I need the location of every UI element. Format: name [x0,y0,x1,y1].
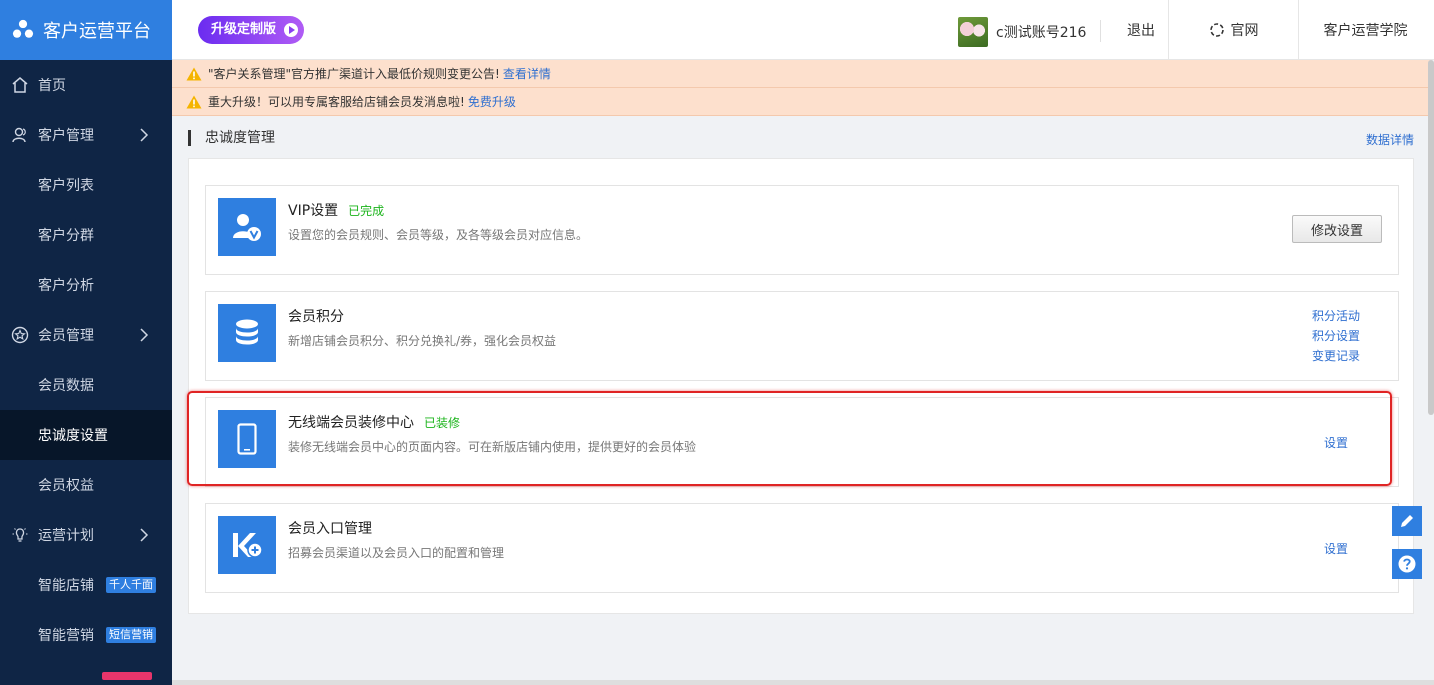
pencil-icon [1401,515,1413,527]
sidebar-item-label: 忠诚度设置 [38,428,108,444]
official-site-link[interactable]: 官网 [1168,0,1298,60]
card-title: 会员积分 [288,306,344,326]
notice-text: "客户关系管理"官方推广渠道计入最低价规则变更公告! [208,67,500,81]
chevron-right-icon [140,528,149,542]
card-title: 会员入口管理 [288,518,372,538]
highlight-annotation [187,391,1392,486]
bulb-icon [10,525,30,545]
sidebar-item-cutoff[interactable] [0,660,172,680]
points-settings-link[interactable]: 积分设置 [1312,327,1360,344]
sidebar-item-label: 智能营销 [38,628,94,644]
horizontal-scrollbar[interactable] [172,680,1434,685]
member-entrance-icon [218,516,276,574]
sidebar-item-label-cutoff [38,670,42,680]
upgrade-label: 升级定制版 [211,22,277,37]
scrollbar[interactable] [1428,60,1434,415]
account-info[interactable]: c测试账号216 [958,17,1086,47]
edit-feedback-button[interactable] [1392,506,1422,536]
sidebar-item-smart-store[interactable]: 智能店铺 千人千面 [0,560,172,610]
platform-logo-icon [12,19,34,38]
chevron-right-icon [140,128,149,142]
notice-link-view-details[interactable]: 查看详情 [503,65,551,82]
top-header: 升级定制版 c测试账号216 退出 官网 客户运营学院 [172,0,1434,60]
change-log-link[interactable]: 变更记录 [1312,347,1360,364]
star-circle-icon [10,325,30,345]
sidebar-item-member-management[interactable]: 会员管理 [0,310,172,360]
card-description: 新增店铺会员积分、积分兑换礼/券，强化会员权益 [288,334,557,348]
sidebar-item-customer-management[interactable]: 客户管理 [0,110,172,160]
brand-title: 客户运营平台 [43,21,151,42]
feature-badge: 短信营销 [106,627,156,643]
official-logo-icon [1209,23,1224,37]
sidebar-item-label: 会员权益 [38,478,94,494]
database-icon [218,304,276,362]
card-title-text: VIP设置 [288,203,339,219]
sidebar-item-label: 运营计划 [38,528,94,544]
warning-icon [186,67,202,80]
logout-label: 退出 [1127,23,1155,39]
sidebar-item-label: 客户列表 [38,178,94,194]
chevron-right-icon [140,328,149,342]
notice-bar-2: 重大升级！可以用专属客服给店铺会员发消息啦! 免费升级 [172,88,1430,116]
sidebar-item-operation-plan[interactable]: 运营计划 [0,510,172,560]
sidebar-item-label: 会员管理 [38,328,94,344]
sidebar-item-label: 智能店铺 [38,578,94,594]
card-vip-settings: VIP设置 已完成 设置您的会员规则、会员等级，及各等级会员对应信息。 修改设置 [205,185,1399,275]
status-badge: 已完成 [348,204,385,218]
page-title: 忠诚度管理 [188,130,275,146]
sidebar-item-member-benefits[interactable]: 会员权益 [0,460,172,510]
academy-link[interactable]: 客户运营学院 [1298,0,1432,60]
sidebar-item-loyalty-settings[interactable]: 忠诚度设置 [0,410,172,460]
users-icon [10,125,30,145]
notice-text: 重大升级！可以用专属客服给店铺会员发消息啦! [208,95,465,109]
sidebar-item-smart-marketing[interactable]: 智能营销 短信营销 [0,610,172,660]
academy-label: 客户运营学院 [1323,23,1408,39]
modify-settings-button[interactable]: 修改设置 [1292,215,1382,243]
settings-link[interactable]: 设置 [1324,540,1348,557]
card-title-text: 会员入口管理 [288,521,372,537]
home-icon [10,75,30,95]
vip-user-icon [218,198,276,256]
sidebar-item-customer-analysis[interactable]: 客户分析 [0,260,172,310]
card-member-entrance: 会员入口管理 招募会员渠道以及会员入口的配置和管理 设置 [205,503,1399,593]
card-description: 招募会员渠道以及会员入口的配置和管理 [288,546,505,560]
upgrade-button[interactable]: 升级定制版 [198,16,305,44]
question-icon [1398,555,1416,573]
official-site-label: 官网 [1230,23,1259,39]
help-button[interactable] [1392,549,1422,579]
sidebar-item-label: 客户分析 [38,278,94,294]
card-title: VIP设置 已完成 [288,200,384,220]
feature-badge: 千人千面 [106,577,156,593]
sidebar-item-label: 首页 [38,78,66,94]
notice-link-free-upgrade[interactable]: 免费升级 [468,93,516,110]
sidebar-item-label: 会员数据 [38,378,94,394]
sidebar-item-member-data[interactable]: 会员数据 [0,360,172,410]
brand-header[interactable]: 客户运营平台 [0,0,172,60]
sidebar-item-label: 客户管理 [38,128,94,144]
warning-icon [186,95,202,108]
sidebar-item-customer-groups[interactable]: 客户分群 [0,210,172,260]
account-name: c测试账号216 [996,25,1087,41]
sidebar-item-home[interactable]: 首页 [0,60,172,110]
card-title-text: 会员积分 [288,309,344,325]
points-activity-link[interactable]: 积分活动 [1312,307,1360,324]
play-icon [284,23,299,37]
loyalty-panel: VIP设置 已完成 设置您的会员规则、会员等级，及各等级会员对应信息。 修改设置 … [188,158,1414,614]
notice-bar-1: "客户关系管理"官方推广渠道计入最低价规则变更公告! 查看详情 [172,60,1430,88]
card-description: 设置您的会员规则、会员等级，及各等级会员对应信息。 [288,228,589,242]
card-member-points: 会员积分 新增店铺会员积分、积分兑换礼/券，强化会员权益 积分活动 积分设置 变… [205,291,1399,381]
logout-link[interactable]: 退出 [1116,0,1166,60]
avatar [958,17,988,47]
sidebar-item-label: 客户分群 [38,228,94,244]
divider [1100,20,1101,42]
feature-badge-cutoff [102,672,153,680]
data-detail-link[interactable]: 数据详情 [1366,131,1414,148]
sidebar-item-customer-list[interactable]: 客户列表 [0,160,172,210]
sidebar: 客户运营平台 首页 客户管理 客户列表 客户分群 客户分析 会员管理 会员数据 … [0,0,172,685]
